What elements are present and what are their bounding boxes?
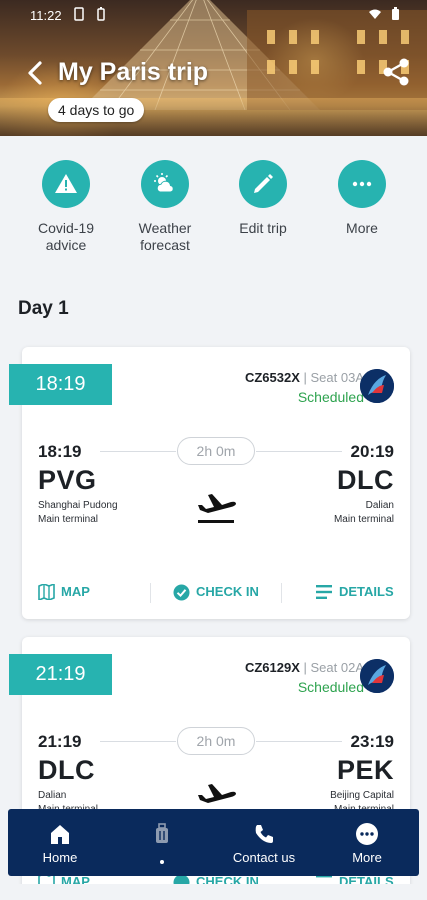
sim-icon: [74, 7, 84, 21]
action-label: Weather: [138, 220, 192, 236]
takeoff-plane-icon: [198, 494, 236, 523]
flight-card[interactable]: 18:19 CZ6532X | Seat 03A Scheduled 18:19…: [9, 347, 410, 619]
battery-icon: [392, 7, 399, 20]
check-circle-icon: [173, 584, 190, 601]
active-indicator: [160, 860, 164, 864]
weather-icon: [154, 173, 174, 193]
gesture-bar-area: [0, 884, 427, 900]
card-actions: MAP CHECK IN DETAILS: [22, 579, 410, 605]
nav-label: Contact us: [232, 850, 296, 865]
departure-time-tag: 18:19: [9, 364, 112, 405]
map-icon: [38, 584, 55, 600]
map-button[interactable]: MAP: [38, 583, 90, 601]
warning-icon: [55, 174, 77, 193]
nav-trips[interactable]: [112, 822, 212, 864]
nav-contact-us[interactable]: Contact us: [214, 822, 314, 865]
arrival-airport-code: DLC: [337, 465, 394, 495]
details-button[interactable]: DETAILS: [316, 583, 394, 601]
duration-pill: 2h 0m: [177, 437, 255, 465]
covid-advice-button[interactable]: Covid-19 advice: [16, 160, 116, 254]
departure-city: Shanghai Pudong: [38, 500, 118, 511]
arrival-city: Beijing Capital: [330, 790, 394, 801]
status-bar: 11:22: [0, 0, 427, 30]
seat-label: | Seat 03A: [303, 370, 364, 385]
divider: [150, 583, 151, 603]
luggage-icon: [156, 823, 168, 843]
route-line: [100, 741, 176, 742]
duration-pill: 2h 0m: [177, 727, 255, 755]
pencil-icon: [254, 174, 273, 193]
nav-label: Home: [42, 850, 78, 865]
quick-actions: Covid-19 advice Weather forecast Edit trip…: [0, 160, 427, 260]
flight-number: CZ6532X: [244, 370, 300, 385]
arrival-time: 20:19: [350, 442, 394, 461]
phone-icon: [255, 825, 273, 843]
nav-home[interactable]: Home: [10, 822, 110, 865]
flight-status: Scheduled: [297, 679, 364, 695]
departure-terminal: Main terminal: [38, 514, 99, 525]
route-line: [256, 741, 342, 742]
day-heading: Day 1: [18, 298, 69, 319]
arrival-terminal: Main terminal: [333, 514, 394, 525]
departure-time: 21:19: [38, 732, 82, 751]
arrival-airport-code: PEK: [336, 755, 394, 785]
wifi-icon: [369, 9, 381, 19]
arrival-time: 23:19: [350, 732, 394, 751]
back-arrow-icon[interactable]: [24, 58, 48, 88]
status-time: 11:22: [30, 8, 62, 23]
departure-airport-code: DLC: [38, 755, 95, 785]
edit-trip-button[interactable]: Edit trip: [213, 160, 313, 237]
countdown-badge: 4 days to go: [48, 98, 145, 122]
arrival-city: Dalian: [365, 500, 394, 511]
battery-saver-icon: [97, 7, 105, 21]
departure-airport-code: PVG: [38, 465, 97, 495]
trip-header: 11:22 My Paris trip 4 days to go: [0, 0, 427, 136]
action-label: Edit trip: [239, 220, 287, 236]
action-label: Covid-19: [37, 220, 95, 236]
divider: [281, 583, 282, 603]
page-title: My Paris trip: [58, 58, 209, 86]
route-line: [100, 451, 176, 452]
departure-time-tag: 21:19: [9, 654, 112, 695]
bottom-navigation: Home Contact us More: [8, 809, 419, 876]
departure-time: 18:19: [38, 442, 82, 461]
home-icon: [51, 825, 69, 844]
action-label: More: [346, 220, 378, 236]
more-actions-button[interactable]: More: [312, 160, 412, 237]
flight-number: CZ6129X: [244, 660, 300, 675]
route-line: [256, 451, 342, 452]
action-label: advice: [45, 237, 87, 253]
details-list-icon: [316, 585, 332, 599]
check-in-button[interactable]: CHECK IN: [173, 583, 259, 601]
flight-status: Scheduled: [297, 389, 364, 405]
more-dots-icon: [352, 181, 372, 187]
share-icon[interactable]: [380, 56, 412, 88]
departure-city: Dalian: [38, 790, 67, 801]
airline-logo: [360, 369, 394, 403]
more-dots-icon: [356, 823, 378, 845]
seat-label: | Seat 02A: [303, 660, 364, 675]
airline-logo: [360, 659, 394, 693]
nav-label: More: [352, 850, 382, 865]
nav-more[interactable]: More: [317, 822, 417, 865]
action-label: forecast: [140, 237, 190, 253]
weather-forecast-button[interactable]: Weather forecast: [115, 160, 215, 254]
